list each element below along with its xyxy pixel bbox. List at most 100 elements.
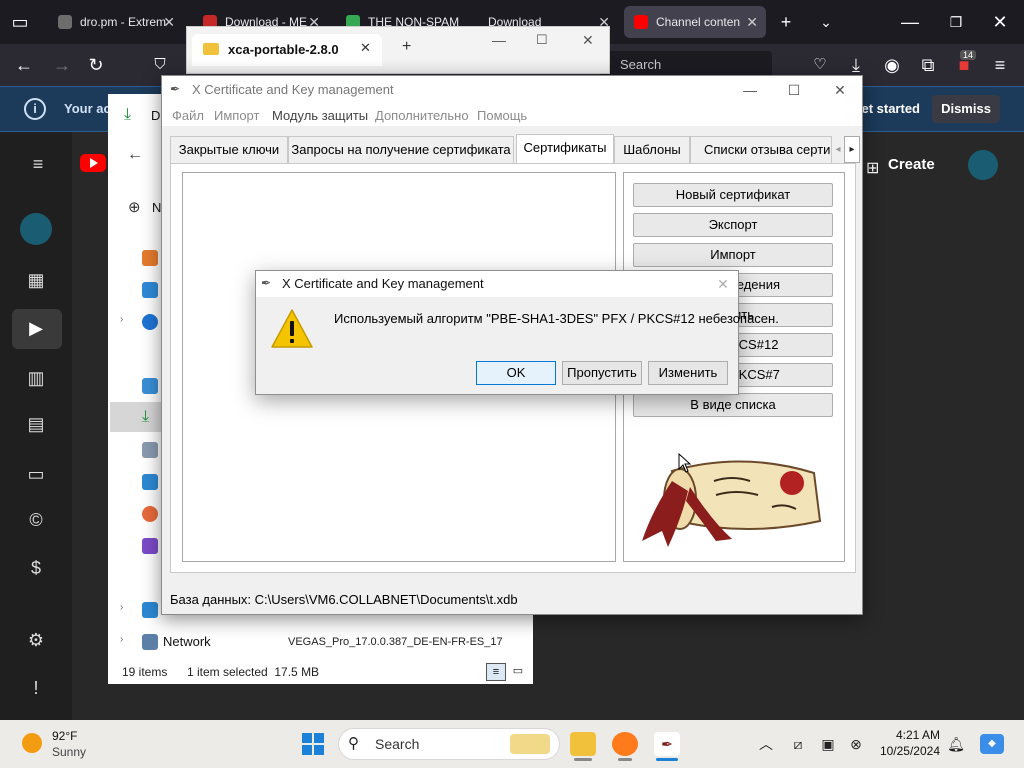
shield-icon[interactable]: ⛉ bbox=[148, 53, 172, 77]
gallery-icon[interactable] bbox=[142, 282, 158, 298]
tab-close-icon[interactable]: ✕ bbox=[746, 14, 758, 31]
menu-extra[interactable]: Дополнительно bbox=[375, 108, 469, 123]
new-item-label[interactable]: N bbox=[152, 200, 161, 215]
copyright-icon[interactable]: © bbox=[24, 508, 48, 532]
weather-temperature[interactable]: 92°F bbox=[52, 729, 77, 743]
subtitles-icon[interactable]: ▭ bbox=[24, 462, 48, 486]
menu-import[interactable]: Импорт bbox=[214, 108, 259, 123]
extensions-icon[interactable]: ⧉ bbox=[916, 53, 940, 77]
minimize-icon[interactable]: — bbox=[898, 10, 922, 34]
minimize-icon[interactable]: — bbox=[740, 80, 760, 100]
new-item-icon[interactable]: ⊕ bbox=[128, 198, 141, 216]
reload-icon[interactable]: ↻ bbox=[84, 53, 108, 77]
expand-chevron-icon[interactable]: › bbox=[120, 634, 123, 645]
chevron-down-icon[interactable]: ⌄ bbox=[814, 10, 838, 34]
start-button[interactable] bbox=[302, 733, 324, 755]
expand-chevron-icon[interactable]: › bbox=[120, 314, 123, 325]
plain-view-button[interactable]: В виде списка bbox=[633, 393, 833, 417]
create-button[interactable]: Create bbox=[862, 151, 944, 179]
tab-scroll-left-icon[interactable]: ◂ bbox=[832, 136, 844, 163]
new-certificate-button[interactable]: Новый сертификат bbox=[633, 183, 833, 207]
address-bar-partial[interactable]: D bbox=[151, 108, 160, 123]
firefox-taskbar-icon[interactable] bbox=[612, 732, 638, 756]
file-row[interactable]: VEGAS_Pro_17.0.0.387_DE-EN-FR-ES_17 bbox=[288, 636, 528, 648]
downloads-icon[interactable]: ⤓ bbox=[142, 408, 149, 426]
tab-private-keys[interactable]: Закрытые ключи bbox=[170, 136, 288, 163]
volume-tray-icon[interactable]: ⊗ bbox=[846, 734, 866, 754]
comments-icon[interactable]: ▤ bbox=[24, 412, 48, 436]
content-icon[interactable]: ▶ bbox=[24, 316, 48, 340]
menu-file[interactable]: Файл bbox=[172, 108, 204, 123]
network-icon[interactable] bbox=[142, 634, 158, 650]
expand-chevron-icon[interactable]: › bbox=[120, 602, 123, 613]
weather-sun-icon[interactable] bbox=[22, 733, 42, 753]
documents-icon[interactable] bbox=[142, 442, 158, 458]
earn-icon[interactable]: $ bbox=[24, 556, 48, 580]
home-icon[interactable] bbox=[142, 250, 158, 266]
import-button[interactable]: Импорт bbox=[633, 243, 833, 267]
feedback-icon[interactable]: ! bbox=[24, 676, 48, 700]
dashboard-icon[interactable]: ▦ bbox=[24, 268, 48, 292]
ok-button[interactable]: OK bbox=[476, 361, 556, 385]
back-icon[interactable]: ← bbox=[12, 53, 36, 77]
explorer-back-icon[interactable]: ← bbox=[127, 146, 143, 164]
browser-tab-5-active[interactable]: Channel conten ✕ bbox=[624, 6, 766, 38]
menu-help[interactable]: Помощь bbox=[477, 108, 527, 123]
videos-icon[interactable] bbox=[142, 538, 158, 554]
dismiss-button[interactable]: Dismiss bbox=[932, 95, 1000, 123]
file-explorer-taskbar-icon[interactable] bbox=[570, 732, 596, 756]
clock-date[interactable]: 10/25/2024 bbox=[866, 744, 940, 758]
network-tray-icon[interactable]: ⧄ bbox=[788, 734, 808, 754]
pocket-icon[interactable]: ♡ bbox=[808, 53, 832, 77]
restore-icon[interactable]: ❐ bbox=[944, 10, 968, 34]
sidebar-item-network[interactable]: Network bbox=[163, 634, 211, 649]
tab-close-icon[interactable]: ✕ bbox=[163, 14, 175, 31]
tab-templates[interactable]: Шаблоны bbox=[614, 136, 690, 163]
close-icon[interactable]: ✕ bbox=[830, 80, 850, 100]
onedrive-icon[interactable] bbox=[142, 314, 158, 330]
new-tab-icon[interactable]: + bbox=[774, 10, 798, 34]
clock-time[interactable]: 4:21 AM bbox=[880, 728, 940, 742]
account-icon[interactable]: ◉ bbox=[880, 53, 904, 77]
settings-icon[interactable]: ⚙ bbox=[24, 628, 48, 652]
pictures-icon[interactable] bbox=[142, 474, 158, 490]
explorer-tab[interactable]: xca-portable-2.8.0 bbox=[192, 34, 382, 66]
analytics-icon[interactable]: ▥ bbox=[24, 366, 48, 390]
weather-description[interactable]: Sunny bbox=[52, 745, 86, 759]
explorer-tab-close-icon[interactable]: ✕ bbox=[360, 40, 371, 56]
channel-avatar[interactable] bbox=[20, 213, 52, 245]
tiles-view-icon[interactable]: ▭ bbox=[510, 663, 526, 681]
change-button[interactable]: Изменить bbox=[648, 361, 728, 385]
menu-icon[interactable]: ≡ bbox=[988, 53, 1012, 77]
desktop-icon[interactable] bbox=[142, 378, 158, 394]
explorer-maximize-icon[interactable]: ☐ bbox=[536, 32, 548, 48]
notification-bell-icon[interactable]: 🔔︎ bbox=[946, 734, 966, 754]
copilot-icon[interactable]: ◆ bbox=[980, 734, 1004, 754]
tab-scroll-right-icon[interactable]: ▸ bbox=[844, 136, 860, 163]
menu-token[interactable]: Модуль защиты bbox=[272, 108, 368, 123]
profile-avatar[interactable] bbox=[968, 150, 998, 180]
search-highlight-icon[interactable] bbox=[510, 734, 550, 754]
details-view-icon[interactable]: ≡ bbox=[486, 663, 506, 681]
tray-overflow-icon[interactable]: ︿ bbox=[756, 734, 776, 754]
tab-overview-icon[interactable]: ▭ bbox=[8, 10, 32, 34]
display-tray-icon[interactable]: ▣ bbox=[818, 734, 838, 754]
tab-revocation-lists[interactable]: Списки отзыва сертиф bbox=[690, 136, 832, 163]
skip-button[interactable]: Пропустить bbox=[562, 361, 642, 385]
xca-taskbar-icon[interactable]: ✒ bbox=[654, 732, 680, 756]
browser-tab-1[interactable]: dro.pm - Extrem ✕ bbox=[48, 6, 183, 38]
explorer-minimize-icon[interactable]: — bbox=[492, 32, 506, 48]
explorer-close-icon[interactable]: ✕ bbox=[582, 32, 594, 49]
close-icon[interactable]: ✕ bbox=[988, 10, 1012, 34]
hamburger-icon[interactable]: ≡ bbox=[26, 152, 50, 176]
tab-certificates[interactable]: Сертификаты bbox=[516, 134, 614, 163]
export-button[interactable]: Экспорт bbox=[633, 213, 833, 237]
maximize-icon[interactable]: ☐ bbox=[784, 80, 804, 100]
dialog-close-icon[interactable]: ✕ bbox=[714, 275, 732, 293]
forward-icon[interactable]: → bbox=[50, 53, 74, 77]
tab-certificate-requests[interactable]: Запросы на получение сертификата bbox=[288, 136, 514, 163]
youtube-logo-icon[interactable] bbox=[80, 154, 106, 172]
this-pc-icon[interactable] bbox=[142, 602, 158, 618]
music-icon[interactable] bbox=[142, 506, 158, 522]
explorer-new-tab-icon[interactable]: + bbox=[402, 38, 411, 56]
